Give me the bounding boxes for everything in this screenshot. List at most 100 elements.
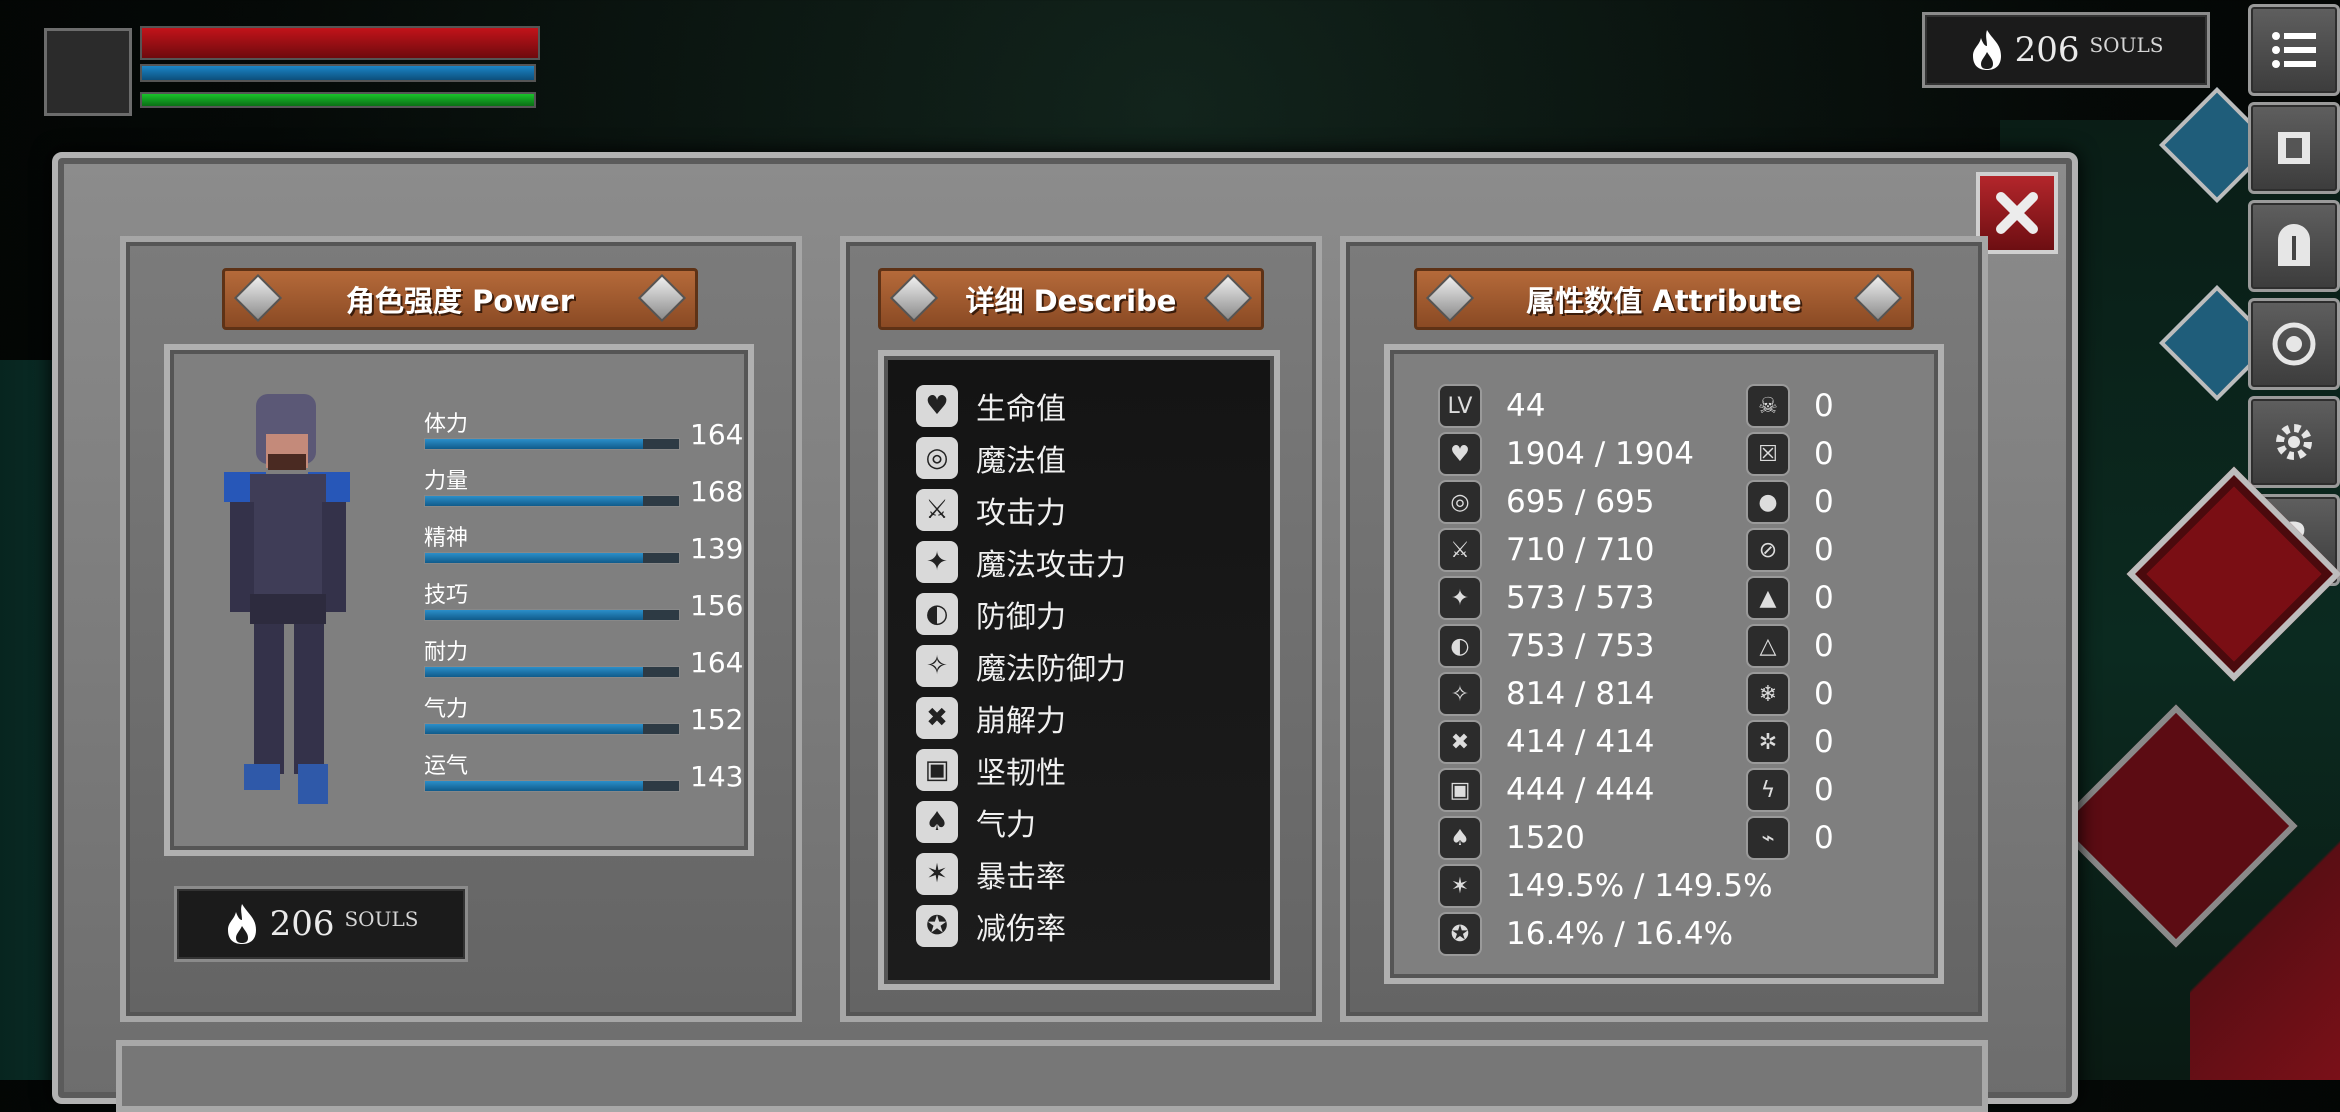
attribute-value: 444 / 444 (1506, 772, 1655, 808)
badge-icon: ✪ (1438, 912, 1482, 956)
spellbook-icon: ✦ (1438, 576, 1482, 620)
resist-row-bleed-immune: ⊘ 0 (1746, 528, 1834, 572)
stat-row-strength: 力量 168 (424, 463, 744, 508)
attribute-row-mp: ◎ 695 / 695 (1438, 480, 1655, 524)
stat-bar (424, 666, 680, 678)
sword-icon: ⚔ (1438, 528, 1482, 572)
resist-value: 0 (1814, 388, 1834, 424)
lightning-icon: ϟ (1746, 768, 1790, 812)
attribute-value: 814 / 814 (1506, 676, 1655, 712)
describe-banner: 详细 Describe (878, 268, 1264, 330)
resist-row-frost-immune: ✲ 0 (1746, 720, 1834, 764)
souls-counter-panel: 206 SOULS (174, 886, 468, 962)
describe-label: 气力 (976, 808, 1036, 843)
stat-bar-fill (425, 667, 644, 677)
attribute-value: 414 / 414 (1506, 724, 1655, 760)
sword-icon: ⚔ (916, 489, 958, 531)
crossed-fire-icon: △ (1746, 624, 1790, 668)
hammer-icon: ✖ (916, 697, 958, 739)
resist-row-fire-immune: △ 0 (1746, 624, 1834, 668)
heart-icon: ♥ (916, 385, 958, 427)
map-button[interactable] (2248, 102, 2340, 194)
close-button[interactable] (1976, 172, 2058, 254)
attribute-value: 1520 (1506, 820, 1585, 856)
attribute-title: 属性数值 Attribute (1526, 284, 1802, 318)
describe-row-mp: ◎ 魔法值 (916, 436, 1066, 480)
magic-shield-icon: ✧ (916, 645, 958, 687)
resist-row-lightning-immune: ⌁ 0 (1746, 816, 1834, 860)
stat-value: 152 (690, 703, 744, 736)
stat-bar (424, 723, 680, 735)
attribute-row-crit: ✶ 149.5% / 149.5% (1438, 864, 1773, 908)
resist-value: 0 (1814, 772, 1834, 808)
attribute-row-hp: ♥ 1904 / 1904 (1438, 432, 1694, 476)
describe-row-magic-defense: ✧ 魔法防御力 (916, 644, 1126, 688)
resist-value: 0 (1814, 628, 1834, 664)
souls-counter-top: 206 SOULS (1922, 12, 2210, 88)
close-icon (1996, 192, 2038, 234)
describe-row-crit: ✶ 暴击率 (916, 852, 1066, 896)
hammer-icon: ✖ (1438, 720, 1482, 764)
fire-icon: ▲ (1746, 576, 1790, 620)
snowflake-icon: ❄ (1746, 672, 1790, 716)
attribute-row-magic-defense: ✧ 814 / 814 (1438, 672, 1655, 716)
skill-button[interactable] (2248, 298, 2340, 390)
character-model (224, 394, 350, 804)
describe-label: 崩解力 (976, 704, 1066, 739)
brain-icon: ◎ (916, 437, 958, 479)
resist-row-fire: ▲ 0 (1746, 576, 1834, 620)
attribute-banner: 属性数值 Attribute (1414, 268, 1914, 330)
stat-value: 168 (690, 475, 744, 508)
describe-row-stamina: ♠ 气力 (916, 800, 1036, 844)
settings-button[interactable] (2248, 396, 2340, 488)
attribute-row-defense: ◐ 753 / 753 (1438, 624, 1655, 668)
stat-bar-fill (425, 496, 644, 506)
souls-label: SOULS (2089, 33, 2164, 57)
soul-flame-icon (1972, 30, 2001, 70)
map-icon (2278, 132, 2310, 164)
describe-title: 详细 Describe (965, 284, 1177, 318)
souls-count: 206 (269, 904, 335, 944)
stat-row-luck: 运气 143 (424, 748, 744, 793)
spellbook-icon: ✦ (916, 541, 958, 583)
crossed-drop-icon: ⊘ (1746, 528, 1790, 572)
banner-gem-icon (1203, 273, 1253, 323)
souls-label: SOULS (344, 907, 419, 931)
stat-bar-fill (425, 553, 644, 563)
resist-value: 0 (1814, 580, 1834, 616)
describe-row-break: ✖ 崩解力 (916, 696, 1066, 740)
crossed-skull-icon: ☒ (1746, 432, 1790, 476)
crossed-snowflake-icon: ✲ (1746, 720, 1790, 764)
banner-gem-icon (637, 273, 687, 323)
player-portrait[interactable] (44, 28, 132, 116)
attribute-value: 695 / 695 (1506, 484, 1655, 520)
soul-flame-icon (227, 904, 256, 944)
attribute-row-break: ✖ 414 / 414 (1438, 720, 1655, 764)
describe-label: 生命值 (976, 392, 1066, 427)
attribute-row-poise: ▣ 444 / 444 (1438, 768, 1655, 812)
equipment-button[interactable] (2248, 200, 2340, 292)
attribute-value: 44 (1506, 388, 1546, 424)
banner-gem-icon (1425, 273, 1475, 323)
attribute-row-level: LV 44 (1438, 384, 1545, 428)
stat-bar (424, 609, 680, 621)
describe-row-magic-attack: ✦ 魔法攻击力 (916, 540, 1126, 584)
attribute-row-attack: ⚔ 710 / 710 (1438, 528, 1655, 572)
menu-button[interactable] (2248, 4, 2340, 96)
banner-gem-icon (233, 273, 283, 323)
stat-bar-fill (425, 439, 644, 449)
resist-row-frost: ❄ 0 (1746, 672, 1834, 716)
resist-value: 0 (1814, 436, 1834, 472)
attribute-value: 149.5% / 149.5% (1506, 868, 1773, 904)
describe-label: 暴击率 (976, 860, 1066, 895)
skull-icon: ☠ (1746, 384, 1790, 428)
attribute-value: 1904 / 1904 (1506, 436, 1694, 472)
stat-bar (424, 495, 680, 507)
lungs-icon: ♠ (1438, 816, 1482, 860)
describe-label: 魔法值 (976, 444, 1066, 479)
helmet-icon: ▣ (916, 749, 958, 791)
helmet-icon: ▣ (1438, 768, 1482, 812)
stamina-bar (140, 92, 536, 108)
stat-value: 156 (690, 589, 744, 622)
gear-icon (2276, 424, 2312, 460)
